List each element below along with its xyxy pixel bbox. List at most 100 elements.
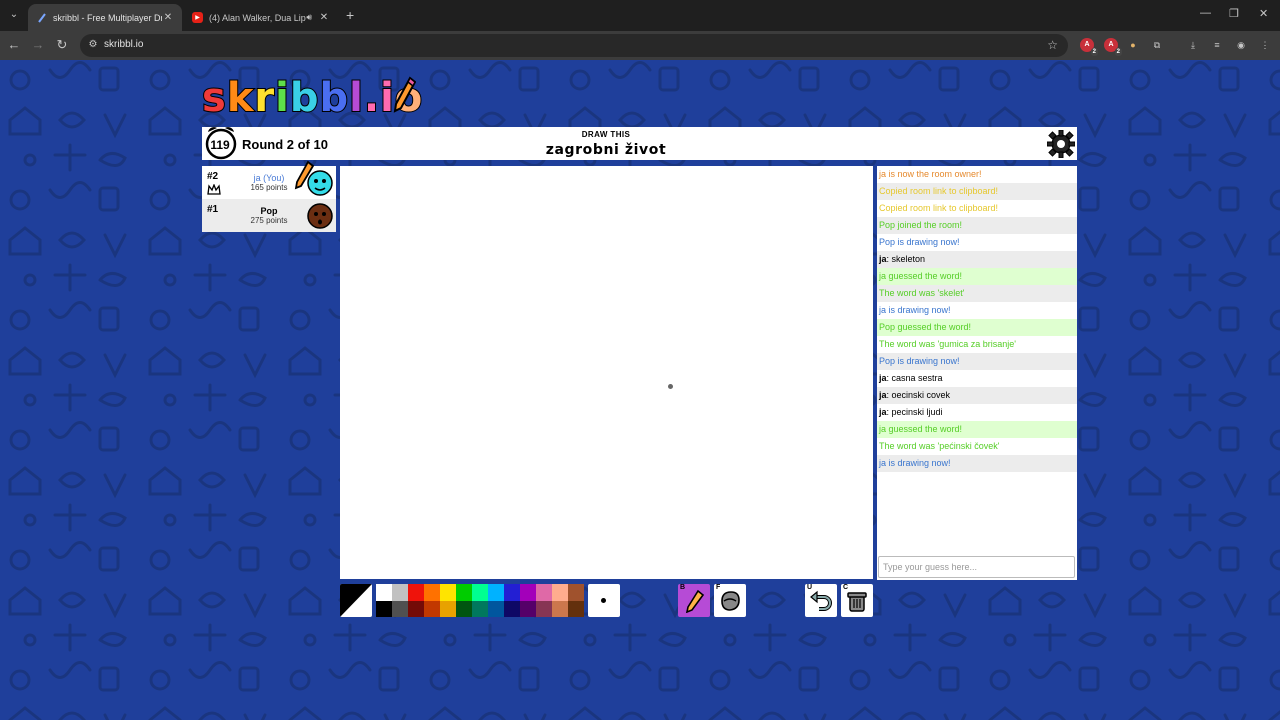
- chat-message: Pop guessed the word!: [877, 319, 1077, 336]
- chat-message-text: The word was 'pećinski čovek': [879, 441, 1000, 451]
- close-window-icon[interactable]: ✕: [1259, 7, 1268, 20]
- color-swatch[interactable]: [552, 600, 568, 617]
- color-swatch[interactable]: [456, 600, 472, 617]
- color-swatch[interactable]: [520, 584, 536, 601]
- chat-message-text: ja is drawing now!: [879, 458, 951, 468]
- clear-canvas-button[interactable]: C: [841, 584, 873, 617]
- guess-input[interactable]: Type your guess here...: [878, 556, 1075, 578]
- chat-message: The word was 'pećinski čovek': [877, 438, 1077, 455]
- color-swatch[interactable]: [376, 584, 392, 601]
- color-swatch[interactable]: [504, 584, 520, 601]
- profile-icon[interactable]: ◉: [1234, 38, 1248, 52]
- crown-icon: [207, 184, 221, 195]
- player-points: 275 points: [250, 216, 288, 225]
- download-icon[interactable]: ⤓: [1186, 38, 1200, 52]
- tab-skribbl[interactable]: skribbl - Free Multiplayer Drawi ✕: [28, 4, 182, 31]
- skribbl-favicon-icon: [36, 12, 47, 23]
- chat-message: Pop is drawing now!: [877, 353, 1077, 370]
- color-swatch[interactable]: [392, 584, 408, 601]
- settings-gear-icon[interactable]: [1047, 130, 1075, 158]
- color-swatch[interactable]: [440, 600, 456, 617]
- browser-tab-strip: ⌄ skribbl - Free Multiplayer Drawi ✕ ▶ (…: [0, 0, 1280, 31]
- chat-message: Pop joined the room!: [877, 217, 1077, 234]
- tab-close-icon[interactable]: ✕: [162, 12, 174, 23]
- chat-message-text: ja is now the room owner!: [879, 169, 982, 179]
- brush-cursor: [668, 384, 673, 389]
- brush-tool-button[interactable]: B: [678, 584, 710, 617]
- fill-tool-button[interactable]: F: [714, 584, 746, 617]
- color-swatch[interactable]: [568, 600, 584, 617]
- minimize-icon[interactable]: —: [1200, 7, 1211, 19]
- color-swatch[interactable]: [536, 600, 552, 617]
- player-rank: #2: [207, 171, 219, 182]
- bookmark-star-icon[interactable]: ☆: [1047, 38, 1058, 52]
- color-swatch[interactable]: [456, 584, 472, 601]
- color-swatch[interactable]: [552, 584, 568, 601]
- site-info-icon[interactable]: ⚙: [87, 39, 99, 51]
- color-swatch[interactable]: [408, 600, 424, 617]
- chat-message-text: The word was 'skelet': [879, 288, 965, 298]
- tab-youtube[interactable]: ▶ (4) Alan Walker, Dua Lipa, C 🔊︎ ✕: [184, 4, 338, 31]
- media-control-icon[interactable]: ≡: [1210, 38, 1224, 52]
- restore-icon[interactable]: ❐: [1229, 7, 1239, 20]
- audio-playing-icon[interactable]: 🔊︎: [306, 12, 312, 23]
- color-swatch[interactable]: [504, 600, 520, 617]
- avatar: [307, 170, 333, 196]
- chat-message: ja guessed the word!: [877, 268, 1077, 285]
- forward-icon[interactable]: →: [30, 37, 46, 53]
- undo-button[interactable]: U: [805, 584, 837, 617]
- chat-message-text: Pop is drawing now!: [879, 237, 960, 247]
- tab-close-icon[interactable]: ✕: [318, 12, 330, 23]
- color-swatch[interactable]: [472, 584, 488, 601]
- color-swatch[interactable]: [408, 584, 424, 601]
- new-tab-icon[interactable]: +: [346, 7, 354, 23]
- fill-bucket-icon: [721, 591, 740, 611]
- drawing-toolbar: B F U C: [0, 584, 1280, 618]
- reload-icon[interactable]: ↻: [54, 37, 70, 53]
- undo-arrow-icon: [810, 590, 832, 611]
- chat-message: ja is now the room owner!: [877, 166, 1077, 183]
- chat-message: Copied room link to clipboard!: [877, 200, 1077, 217]
- player-list: #2 ja (You) 165 points #1 Pop 275 points: [202, 160, 336, 232]
- chat-message: ja: pecinski ljudi: [879, 407, 943, 417]
- extension-icon[interactable]: ●: [1126, 38, 1140, 52]
- chat-message: The word was 'skelet': [877, 285, 1077, 302]
- color-swatch[interactable]: [488, 600, 504, 617]
- extension-icon[interactable]: A2: [1080, 38, 1098, 56]
- color-swatch[interactable]: [488, 584, 504, 601]
- current-color-indicator[interactable]: [340, 584, 372, 617]
- chat-message: ja is drawing now!: [877, 455, 1077, 472]
- player-row[interactable]: #2 ja (You) 165 points: [202, 160, 336, 199]
- color-swatch[interactable]: [472, 600, 488, 617]
- skribbl-logo: skribbl.io: [201, 75, 424, 121]
- color-swatch[interactable]: [520, 600, 536, 617]
- chat-message-text: The word was 'gumica za brisanje': [879, 339, 1016, 349]
- menu-kebab-icon[interactable]: ⋮: [1258, 38, 1272, 52]
- player-row[interactable]: #1 Pop 275 points: [202, 199, 336, 232]
- chat-message-text: casna sestra: [891, 373, 943, 383]
- drawing-canvas[interactable]: [340, 166, 873, 579]
- chat-message-text: ja is drawing now!: [879, 305, 951, 315]
- color-swatch[interactable]: [568, 584, 584, 601]
- back-icon[interactable]: ←: [6, 37, 22, 53]
- color-swatch[interactable]: [376, 600, 392, 617]
- color-swatch[interactable]: [536, 584, 552, 601]
- brush-size-picker[interactable]: [588, 584, 620, 617]
- chat-panel: ja is now the room owner! Copied room lin…: [877, 166, 1077, 580]
- player-name: Pop: [260, 206, 278, 216]
- color-swatch[interactable]: [392, 600, 408, 617]
- extension-icon[interactable]: A2: [1104, 38, 1122, 56]
- address-bar[interactable]: ⚙ skribbl.io ☆: [80, 34, 1068, 57]
- color-swatch[interactable]: [424, 584, 440, 601]
- extensions-puzzle-icon[interactable]: ⧉: [1150, 38, 1164, 52]
- chat-message-text: Pop is drawing now!: [879, 356, 960, 366]
- trash-can-icon: [847, 592, 867, 612]
- color-swatch[interactable]: [440, 584, 456, 601]
- color-swatch[interactable]: [424, 600, 440, 617]
- chat-message: Pop is drawing now!: [877, 234, 1077, 251]
- tab-search-icon[interactable]: ⌄: [6, 7, 22, 23]
- chat-message-author: ja: [879, 407, 887, 417]
- draw-this-label: DRAW THIS: [581, 130, 631, 139]
- pencil-icon: [685, 589, 705, 613]
- game-page: skribbl.io 119 Round 2 of 10 DRAW THIS z…: [0, 60, 1280, 720]
